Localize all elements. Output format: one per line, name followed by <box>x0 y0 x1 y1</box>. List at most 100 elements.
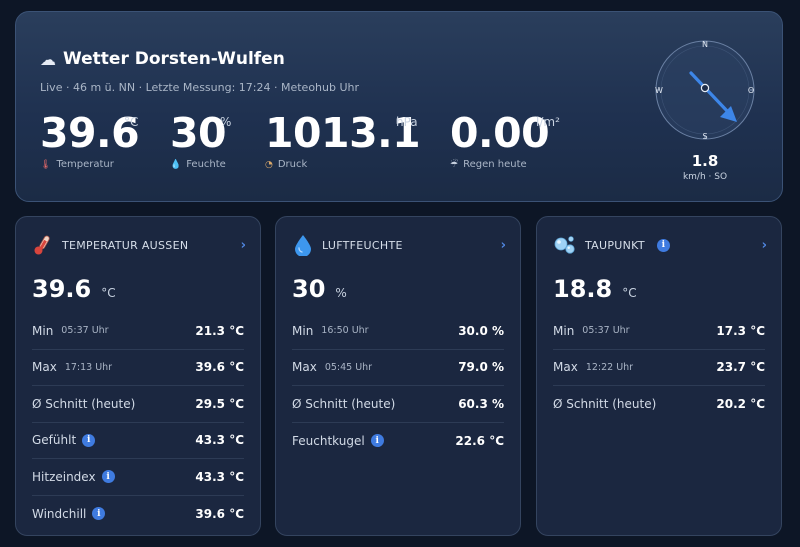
info-icon[interactable]: i <box>82 433 96 447</box>
stat-label: Gefühlt <box>32 433 77 448</box>
metric-unit: °C <box>124 115 139 129</box>
station-title-text: Wetter Dorsten-Wulfen <box>63 49 285 69</box>
info-icon[interactable]: i <box>370 434 384 448</box>
stat-time: 16:50 Uhr <box>321 325 369 337</box>
chevron-right-icon[interactable]: › <box>501 238 506 253</box>
stat-row-heat-index: Hitzeindex i 43.3 °C <box>32 459 244 496</box>
stat-label: Ø Schnitt (heute) <box>32 396 136 411</box>
stat-time: 12:22 Uhr <box>585 361 634 373</box>
stat-row-average: Ø Schnitt (heute) 60.3 % <box>292 386 504 423</box>
stat-time: 05:45 Uhr <box>324 361 373 373</box>
card-current-value: 39.6 °C <box>32 275 116 303</box>
wind-speed-unit: km/h · SO <box>682 172 728 182</box>
stat-label: Ø Schnitt (heute) <box>292 396 396 411</box>
stat-value: 43.3 °C <box>195 469 244 484</box>
metric-label-text: Regen heute <box>463 159 527 170</box>
stat-label: Max <box>292 360 317 375</box>
metric-label: 💧 Feuchte <box>170 159 226 170</box>
stat-label: Ø Schnitt (heute) <box>553 397 657 412</box>
stat-time: 17:13 Uhr <box>64 361 113 373</box>
compass-s: S <box>702 132 707 140</box>
stat-time: 05:37 Uhr <box>582 325 630 337</box>
weather-hero-panel: ☁ Wetter Dorsten-Wulfen Live · 46 m ü. N… <box>15 11 783 202</box>
metric-unit: l/m² <box>536 115 560 129</box>
droplet-icon <box>295 235 311 256</box>
stat-value: 79.0 % <box>458 360 504 375</box>
thermometer-icon: 🌡 <box>40 159 52 170</box>
current-unit: % <box>335 286 347 300</box>
station-title: ☁ Wetter Dorsten-Wulfen <box>40 49 285 69</box>
stat-row-min: Min 05:37 Uhr 21.3 °C <box>32 313 244 350</box>
metric-label-text: Druck <box>277 159 308 170</box>
metric-label: ☔ Regen heute <box>450 159 527 170</box>
stat-value: 23.7 °C <box>716 360 765 375</box>
info-icon[interactable]: i <box>656 238 670 252</box>
current-unit: °C <box>622 286 637 300</box>
card-humidity[interactable]: LUFTFEUCHTE › 30% Min 16:50 Uhr 30.0 % M… <box>275 216 521 536</box>
card-title: TEMPERATUR AUSSEN <box>62 238 189 252</box>
card-title: TAUPUNKT <box>585 238 645 252</box>
stat-row-average: Ø Schnitt (heute) 29.5 °C <box>32 386 244 423</box>
rain-cloud-icon: ☔ <box>450 159 459 170</box>
metric-label: 🌡 Temperatur <box>40 159 114 170</box>
dew-bubbles-icon <box>554 236 575 254</box>
stat-label: Feuchtkugel <box>292 433 365 448</box>
metric-humidity: 30 % 💧 Feuchte <box>170 109 231 170</box>
stat-label: Min <box>553 323 575 338</box>
stat-value: 29.5 °C <box>195 396 244 411</box>
metric-value: 0.00 <box>450 109 550 157</box>
card-header[interactable]: TAUPUNKT i › <box>553 231 767 259</box>
stat-value: 39.6 °C <box>195 360 244 375</box>
card-header[interactable]: TEMPERATUR AUSSEN › <box>32 231 246 259</box>
cloud-icon: ☁ <box>40 49 56 69</box>
stat-value: 43.3 °C <box>195 433 244 448</box>
wind-speed-value: 1.8 <box>691 152 719 170</box>
current-value: 18.8 <box>553 275 613 303</box>
stat-row-min: Min 05:37 Uhr 17.3 °C <box>553 313 765 350</box>
card-title: LUFTFEUCHTE <box>322 238 403 252</box>
stat-value: 20.2 °C <box>716 397 765 412</box>
chevron-right-icon[interactable]: › <box>241 238 246 253</box>
stat-value: 39.6 °C <box>195 506 244 521</box>
stat-label: Windchill <box>32 506 87 521</box>
compass-w: W <box>655 86 663 95</box>
stat-time: 05:37 Uhr <box>61 325 109 337</box>
metric-label: ◔ Druck <box>265 159 307 170</box>
stat-label: Max <box>553 360 578 375</box>
card-current-value: 30% <box>292 275 347 303</box>
metric-unit: % <box>220 115 232 129</box>
card-current-value: 18.8 °C <box>553 275 637 303</box>
stat-list: Min 05:37 Uhr 21.3 °C Max 17:13 Uhr 39.6… <box>32 313 244 532</box>
metric-label-text: Feuchte <box>186 159 226 170</box>
card-dewpoint[interactable]: TAUPUNKT i › 18.8 °C Min 05:37 Uhr 17.3 °… <box>536 216 782 536</box>
droplet-icon: 💧 <box>170 159 182 170</box>
stat-row-min: Min 16:50 Uhr 30.0 % <box>292 313 504 350</box>
compass-o: O <box>748 86 754 95</box>
stat-value: 17.3 °C <box>716 323 765 338</box>
gauge-icon: ◔ <box>265 159 273 170</box>
stat-value: 22.6 °C <box>455 433 504 448</box>
stat-value: 60.3 % <box>458 396 504 411</box>
stat-row-max: Max 17:13 Uhr 39.6 °C <box>32 350 244 386</box>
metric-unit: hPa <box>396 115 418 129</box>
info-icon[interactable]: i <box>92 507 106 521</box>
stat-row-wet-bulb: Feuchtkugel i 22.6 °C <box>292 423 504 460</box>
metric-temperature: 39.6 °C 🌡 Temperatur <box>40 111 140 170</box>
stat-label: Hitzeindex <box>32 469 96 484</box>
stat-row-average: Ø Schnitt (heute) 20.2 °C <box>553 386 765 423</box>
card-temperature[interactable]: TEMPERATUR AUSSEN › 39.6 °C Min 05:37 Uhr… <box>15 216 261 536</box>
card-header[interactable]: LUFTFEUCHTE › <box>292 231 506 259</box>
stat-label: Min <box>292 323 314 338</box>
stat-row-max: Max 05:45 Uhr 79.0 % <box>292 350 504 386</box>
stat-value: 21.3 °C <box>195 323 244 338</box>
stat-list: Min 16:50 Uhr 30.0 % Max 05:45 Uhr 79.0 … <box>292 313 504 459</box>
chevron-right-icon[interactable]: › <box>762 238 767 253</box>
stat-label: Min <box>32 323 54 338</box>
station-subtitle: Live · 46 m ü. NN · Letzte Messung: 17:2… <box>40 81 360 94</box>
stat-value: 30.0 % <box>458 323 504 338</box>
metric-label-text: Temperatur <box>56 159 114 170</box>
info-icon[interactable]: i <box>101 470 115 484</box>
metric-value: 30 <box>170 109 227 157</box>
stat-row-max: Max 12:22 Uhr 23.7 °C <box>553 350 765 386</box>
compass-n: N <box>702 40 708 49</box>
